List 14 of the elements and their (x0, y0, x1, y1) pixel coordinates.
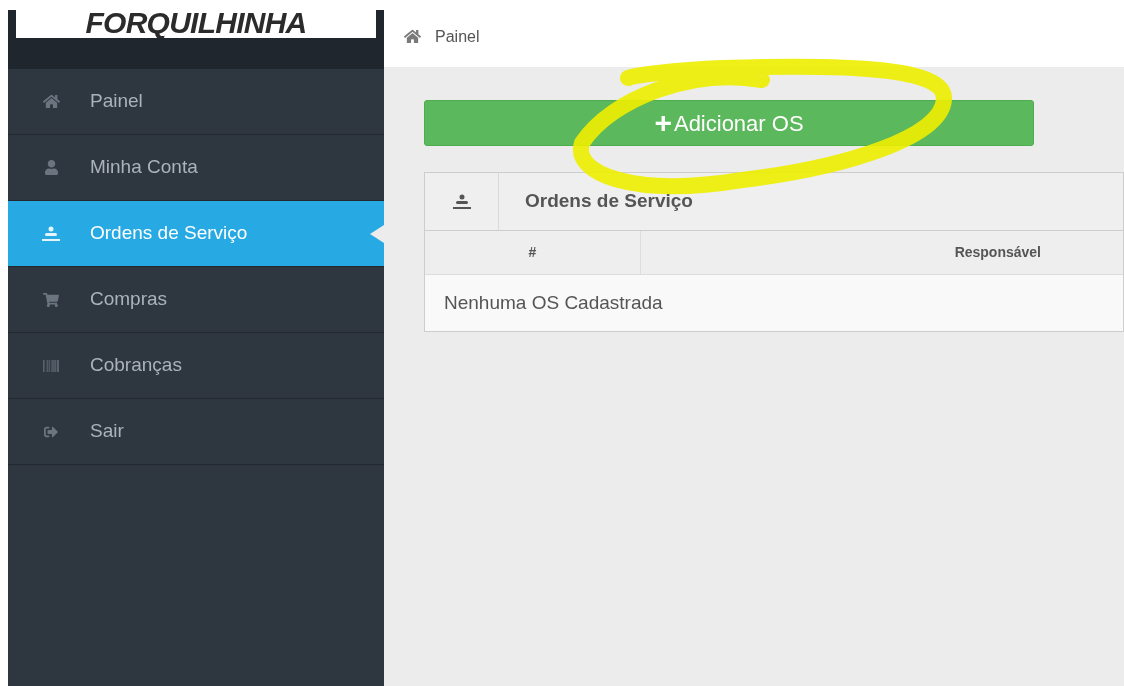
panel-title: Ordens de Serviço (524, 189, 693, 214)
empty-message: Nenhuma OS Cadastrada (444, 290, 663, 315)
cart-icon (43, 291, 59, 308)
column-header: # (425, 231, 641, 274)
breadcrumb-link[interactable]: Painel (435, 24, 480, 49)
barcode-icon (43, 357, 59, 374)
user-icon (43, 160, 59, 175)
home-icon (42, 93, 60, 110)
logo: FORQUILHINHA (16, 10, 376, 38)
sign-out-icon (44, 424, 58, 439)
desk-person-icon (42, 225, 60, 242)
desk-person-icon (452, 193, 471, 210)
home-icon (404, 28, 421, 45)
column-header: Responsável (953, 243, 1041, 262)
